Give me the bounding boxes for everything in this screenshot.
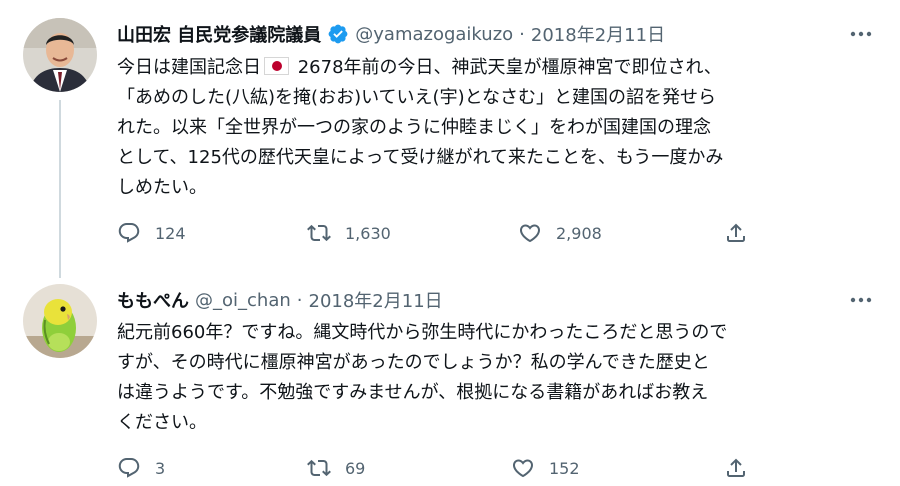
thread-connector-line (59, 100, 61, 278)
share-button[interactable] (724, 221, 748, 245)
avatar-momopen[interactable] (23, 284, 97, 358)
display-name[interactable]: 山田宏 自民党参議院議員 (117, 21, 321, 47)
display-name[interactable]: ももぺん (117, 287, 189, 313)
reply-icon (118, 458, 140, 478)
like-button[interactable]: 2,908 (518, 221, 602, 245)
retweet-count: 1,630 (345, 223, 391, 243)
user-handle[interactable]: @yamazogaikuzo (355, 24, 513, 45)
like-icon (519, 224, 541, 243)
reply-icon (118, 223, 140, 243)
japan-flag-icon (264, 57, 289, 75)
separator-dot: · (296, 289, 303, 311)
tweet-header: 山田宏 自民党参議院議員 @yamazogaikuzo · 2018年2月11日 (117, 20, 665, 48)
like-icon (512, 459, 534, 478)
tweet-date[interactable]: 2018年2月11日 (309, 287, 443, 313)
tweet-actions: 3 69 152 (0, 456, 900, 486)
more-icon (850, 31, 872, 37)
like-count: 152 (549, 458, 580, 478)
tweet-header: ももぺん @_oi_chan · 2018年2月11日 (117, 286, 443, 314)
reply-count: 124 (155, 223, 186, 243)
like-count: 2,908 (556, 223, 602, 243)
retweet-icon (307, 459, 331, 477)
user-handle[interactable]: @_oi_chan (195, 290, 291, 311)
separator-dot: · (519, 23, 525, 45)
tweet-text-part-1: 今日は建国記念日 (117, 57, 261, 78)
tweet-text: 今日は建国記念日 2678年前の今日、神武天皇が橿原神宮で即位され、 「あめのし… (117, 53, 877, 203)
retweet-button[interactable]: 1,630 (307, 221, 391, 245)
tweet-1[interactable]: 山田宏 自民党参議院議員 @yamazogaikuzo · 2018年2月11日… (0, 0, 900, 278)
tweet-date[interactable]: 2018年2月11日 (531, 21, 665, 47)
tweet-text: 紀元前660年？ですね。縄文時代から弥生時代にかわったころだと思うので すが、そ… (117, 322, 728, 433)
share-icon (727, 223, 745, 242)
tweet-text-part-2: 2678年前の今日、神武天皇が橿原神宮で即位され、 「あめのした(八紘)を掩(お… (117, 57, 724, 198)
reply-button[interactable]: 124 (117, 221, 186, 245)
verified-badge-icon (328, 24, 348, 44)
avatar-yamada[interactable] (23, 18, 97, 92)
retweet-button[interactable]: 69 (307, 456, 365, 480)
more-options-button[interactable] (846, 288, 876, 312)
reply-button[interactable]: 3 (117, 456, 165, 480)
more-options-button[interactable] (846, 22, 876, 46)
share-icon (727, 458, 745, 477)
like-button[interactable]: 152 (511, 456, 580, 480)
reply-count: 3 (155, 458, 166, 478)
retweet-count: 69 (345, 458, 366, 478)
more-icon (850, 297, 872, 303)
tweet-2[interactable]: ももぺん @_oi_chan · 2018年2月11日 紀元前660年？ですね。… (0, 278, 900, 484)
retweet-icon (307, 224, 331, 242)
share-button[interactable] (724, 456, 748, 480)
tweet-actions: 124 1,630 2,908 (0, 221, 900, 251)
